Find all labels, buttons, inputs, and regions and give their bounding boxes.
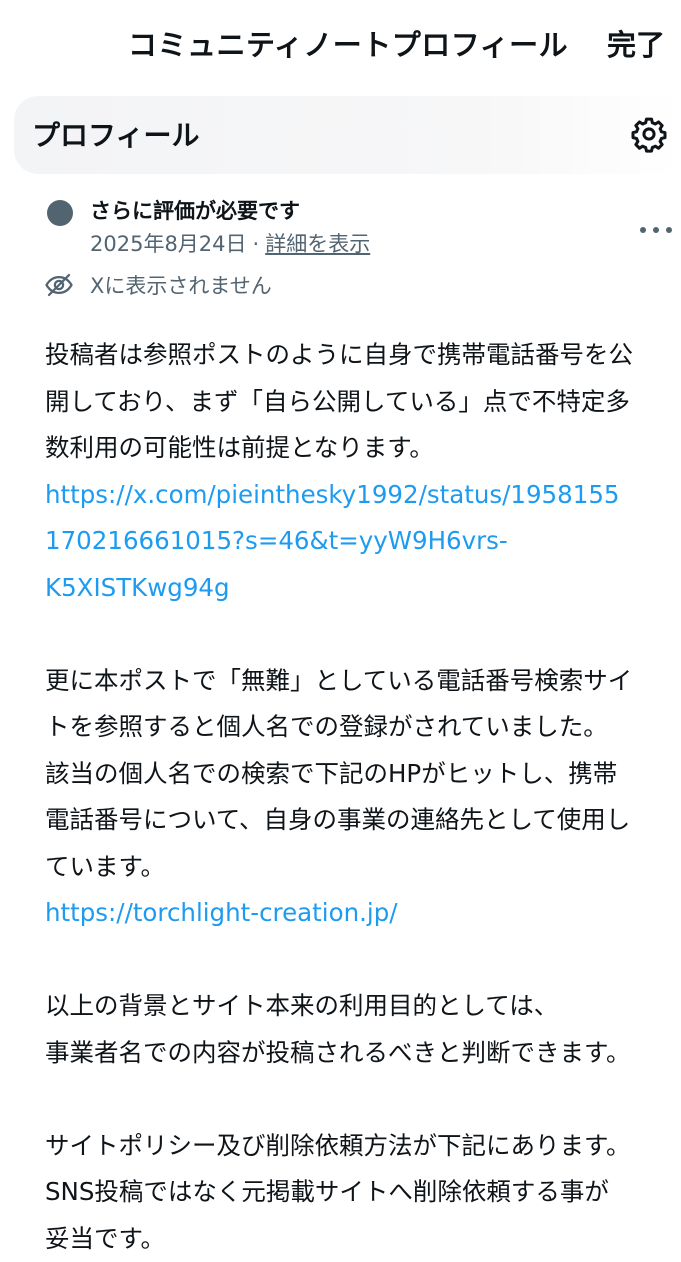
page-title: コミュニティノートプロフィール [128,22,568,64]
top-bar: コミュニティノートプロフィール 完了 [0,0,681,84]
visibility-label: Xに表示されません [90,270,272,300]
more-dot [640,227,646,233]
note-text-line: トを参照すると個人名での登録がされていました。 [45,704,675,751]
note-status: さらに評価が必要です [90,195,300,225]
note-text-line: 妥当です。 [45,1216,675,1262]
paragraph-gap [45,1076,675,1123]
more-horizontal-icon[interactable] [640,214,672,246]
source-link[interactable]: 170216661015?s=46&t=yyW9H6vrs- [45,518,675,565]
eye-off-icon [44,270,74,300]
note-text-line: SNS投稿ではなく元掲載サイトへ削除依頼する事が [45,1169,675,1216]
note-text-line: 電話番号について、自身の事業の連絡先として使用し [45,797,675,844]
note-text-line: 該当の個人名での検索で下記のHPがヒットし、携帯 [45,751,675,798]
note-text-line: 事業者名での内容が投稿されるべきと判断できます。 [45,1030,675,1077]
more-dot [666,227,672,233]
paragraph-gap [45,937,675,984]
source-link[interactable]: https://torchlight-creation.jp/ [45,890,675,937]
status-dot-icon [47,200,73,226]
note-text-line: ています。 [45,844,675,891]
done-button[interactable]: 完了 [607,22,665,64]
note-text-line: 投稿者は参照ポストのように自身で携帯電話番号を公 [45,332,675,379]
paragraph-gap [45,611,675,658]
source-link[interactable]: K5XISTKwg94g [45,565,675,612]
profile-title: プロフィール [32,114,199,154]
note-text-line: 数利用の可能性は前提となります。 [45,425,675,472]
more-dot [653,227,659,233]
profile-header: プロフィール [14,96,681,174]
meta-separator: · [253,232,260,256]
details-link[interactable]: 詳細を表示 [265,232,370,256]
gear-icon[interactable] [630,115,668,153]
note-meta: 2025年8月24日·詳細を表示 [90,228,370,258]
note-text-line: サイトポリシー及び削除依頼方法が下記にあります。 [45,1123,675,1170]
note-text-line: 更に本ポストで「無難」としている電話番号検索サイ [45,658,675,705]
note-text-line: 以上の背景とサイト本来の利用目的としては、 [45,983,675,1030]
note-body: 投稿者は参照ポストのように自身で携帯電話番号を公 開しており、まず「自ら公開して… [45,332,675,1262]
source-link[interactable]: https://x.com/pieinthesky1992/status/195… [45,472,675,519]
note-date: 2025年8月24日 [90,232,247,256]
note-text-line: 開しており、まず「自ら公開している」点で不特定多 [45,379,675,426]
